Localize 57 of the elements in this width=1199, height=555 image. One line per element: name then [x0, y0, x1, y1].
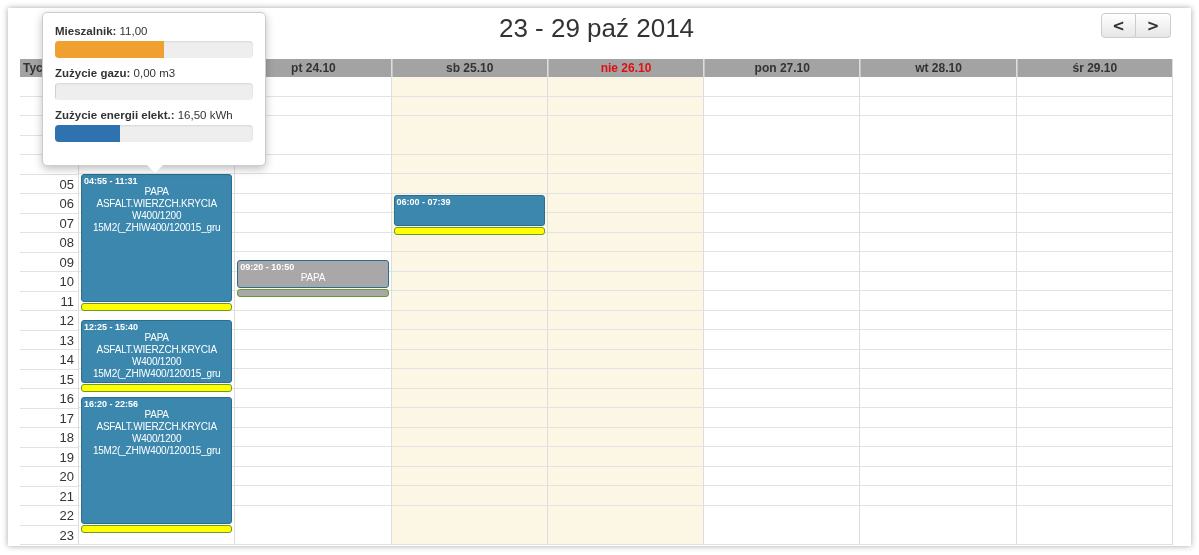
- event-title: ASFALT.WIERZCH.KRYCIA: [95, 420, 218, 433]
- event-title: W400/1200: [130, 432, 183, 445]
- week-title: 23 - 29 paź 2014: [498, 13, 695, 44]
- event-title: W400/1200: [130, 356, 183, 369]
- hour-label: 22: [59, 508, 74, 523]
- event-title: W400/1200: [130, 209, 183, 222]
- event-title: 15M2(_ZHIW400/120015_gru: [91, 444, 222, 457]
- event-time: 04:55 - 11:31: [83, 174, 139, 186]
- hour-label: 05: [59, 176, 74, 192]
- event-marker[interactable]: [393, 227, 545, 236]
- hour-label: 14: [59, 352, 74, 367]
- meter-label: Zużycie energii elekt.: 16,50 kWh: [55, 109, 234, 121]
- hour-label: 23: [59, 527, 74, 543]
- calendar-event[interactable]: 06:00 - 07:39: [393, 195, 545, 227]
- calendar-event[interactable]: 12:25 - 15:40 PAPA ASFALT.WIERZCH.KRYCIA W400/1200 15M2(_ZHIW400/120015_gru: [81, 320, 233, 383]
- hour-label: 15: [59, 371, 74, 387]
- calendar-event[interactable]: 04:55 - 11:31 PAPA ASFALT.WIERZCH.KRYCIA W400/1200 15M2(_ZHIW400/120015_gru: [81, 173, 233, 302]
- event-marker[interactable]: [237, 289, 389, 298]
- day-header: wt 28.10: [860, 59, 1016, 77]
- event-time: 12:25 - 15:40: [83, 321, 140, 333]
- event-title: 15M2(_ZHIW400/120015_gru: [91, 368, 222, 381]
- event-title: 15M2(_ZHIW400/120015_gru: [91, 221, 222, 234]
- hour-label: 12: [59, 313, 74, 328]
- event-time: 16:20 - 22:56: [83, 397, 140, 409]
- day-header: nie 26.10: [547, 59, 704, 77]
- hour-label: 19: [59, 449, 74, 465]
- hour-label: 20: [59, 469, 74, 484]
- meter-label: Mieszalnik: 11,00: [55, 25, 149, 37]
- event-time: 06:00 - 07:39: [395, 196, 452, 207]
- day-header: pon 27.10: [704, 59, 860, 77]
- event-marker[interactable]: [81, 525, 233, 534]
- hour-label: 06: [59, 196, 74, 211]
- hour-label: 08: [59, 235, 74, 250]
- calendar-event[interactable]: 09:20 - 10:50 PAPA: [237, 260, 389, 289]
- hour-label: 09: [59, 254, 74, 270]
- event-title: ASFALT.WIERZCH.KRYCIA: [95, 344, 218, 357]
- event-marker[interactable]: [81, 383, 233, 392]
- event-title: PAPA: [143, 408, 170, 421]
- hour-label: 21: [59, 488, 74, 504]
- hour-label: 11: [60, 293, 74, 309]
- hour-label: 17: [59, 410, 74, 426]
- hour-label: 18: [59, 430, 74, 445]
- hour-label: 10: [59, 274, 74, 289]
- day-header: sb 25.10: [391, 59, 547, 77]
- next-button[interactable]: >: [1136, 13, 1171, 38]
- calendar-event[interactable]: 16:20 - 22:56 PAPA ASFALT.WIERZCH.KRYCIA W400/1200 15M2(_ZHIW400/120015_gru: [81, 396, 233, 525]
- event-title: PAPA: [299, 272, 327, 284]
- event-title: PAPA: [143, 332, 170, 345]
- event-marker[interactable]: [81, 302, 233, 311]
- hour-label: 07: [59, 215, 74, 231]
- hour-label: 16: [59, 391, 74, 406]
- previous-button[interactable]: <: [1101, 13, 1136, 38]
- event-title: PAPA: [143, 185, 170, 198]
- event-time: 09:20 - 10:50: [239, 261, 296, 272]
- hour-label: 13: [59, 332, 74, 348]
- event-title: ASFALT.WIERZCH.KRYCIA: [95, 197, 218, 210]
- day-header: śr 29.10: [1016, 59, 1172, 77]
